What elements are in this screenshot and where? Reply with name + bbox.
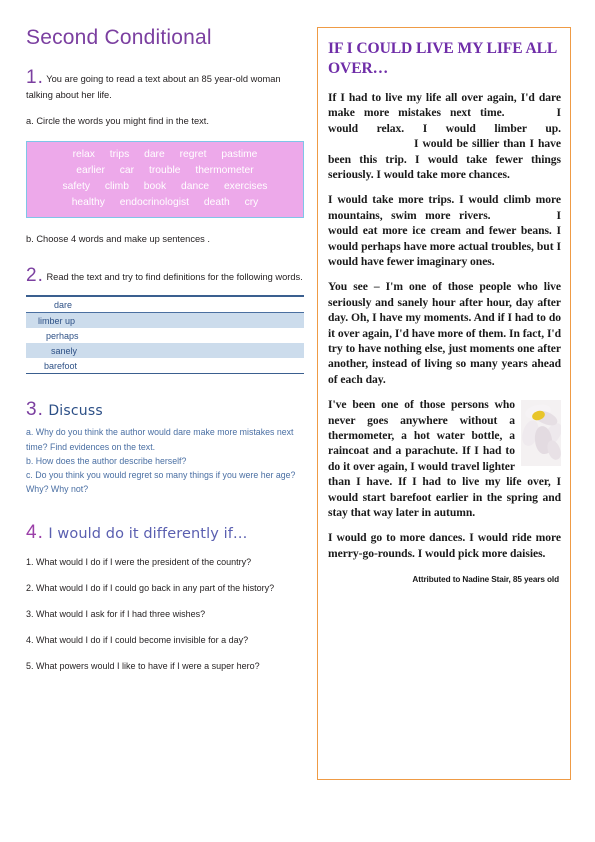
reading-paragraph: If I had to live my life all over again,… — [328, 90, 561, 182]
reading-paragraph: You see – I'm one of those people who li… — [328, 280, 561, 386]
task-1-number: 1. — [26, 67, 44, 89]
task-4-number: 4. — [26, 521, 44, 543]
word-bank-row: earlier car trouble thermometer — [34, 163, 296, 179]
task-4-question: 1. What would I do if I were the preside… — [26, 556, 252, 567]
discuss-question: a. Why do you think the author would dar… — [26, 427, 294, 452]
task-4-question: 3. What would I ask for if I had three w… — [26, 608, 206, 619]
reading-paragraph: I would take more trips. I would climb m… — [328, 192, 561, 269]
task-4-heading: 4. I would do it differently if… — [26, 523, 304, 542]
reading-paragraph: I would go to more dances. I would ride … — [328, 531, 561, 560]
table-cell-word: perhaps — [26, 328, 304, 343]
table-cell-word: dare — [26, 296, 304, 314]
reading-paragraph: I've been one of those persons who never… — [328, 397, 561, 520]
word-bank-word[interactable]: exercises — [224, 179, 268, 195]
task-2-instruction: 2. Read the text and try to find definit… — [26, 266, 304, 285]
word-bank-word[interactable]: regret — [180, 147, 207, 163]
task-2-instruction-text: Read the text and try to find definition… — [46, 272, 303, 283]
reading-text-panel: IF I COULD LIVE MY LIFE ALL OVER… If I h… — [317, 27, 571, 780]
task-1b-instruction: b. Choose 4 words and make up sentences … — [26, 234, 210, 245]
word-bank-row: safety climb book dance exercises — [34, 179, 296, 195]
page-title: Second Conditional — [26, 26, 212, 49]
word-bank-word[interactable]: trouble — [149, 163, 180, 179]
word-bank-word[interactable]: endocrinologist — [120, 195, 189, 211]
word-bank-row: healthy endocrinologist death cry — [34, 195, 296, 211]
task-3-heading: 3. Discuss — [26, 400, 304, 419]
word-bank-word[interactable]: thermometer — [195, 163, 253, 179]
definitions-table: dare limber up perhaps sanely barefoot — [26, 295, 304, 375]
table-cell-word: sanely — [26, 343, 304, 359]
word-bank-word[interactable]: trips — [110, 147, 129, 163]
reading-paragraph-segment: If I had to live my life all over again,… — [328, 90, 561, 120]
daisy-flower-image — [521, 400, 561, 467]
task-1-instruction-text: You are going to read a text about an 85… — [26, 74, 281, 101]
definition-word: limber up — [38, 315, 76, 326]
word-bank-word[interactable]: earlier — [76, 163, 105, 179]
word-bank-word[interactable]: pastime — [221, 147, 257, 163]
task-1a-instruction: a. Circle the words you might find in th… — [26, 115, 209, 126]
task-4-question: 5. What powers would I like to have if I… — [26, 661, 260, 672]
word-bank-word[interactable]: climb — [105, 179, 129, 195]
table-cell-word: limber up — [26, 312, 304, 329]
daisy-petal — [544, 438, 561, 462]
table-cell-word: barefoot — [26, 358, 304, 374]
discuss-question: b. How does the author describe herself? — [26, 455, 187, 466]
definition-word: perhaps — [46, 330, 79, 341]
word-bank-row: relax trips dare regret pastime — [34, 147, 296, 163]
worksheet-left-column: Second Conditional 1. You are going to r… — [26, 26, 304, 685]
attribution-text: Attributed to Nadine Stair, 85 years old — [412, 575, 559, 585]
definition-word: barefoot — [44, 360, 78, 371]
task-4-heading-text: I would do it differently if… — [48, 525, 248, 542]
table-row[interactable]: limber up — [26, 312, 304, 329]
word-bank-word[interactable]: car — [120, 163, 134, 179]
reading-title: IF I COULD LIVE MY LIFE ALL OVER… — [328, 40, 557, 77]
reading-paragraph-segment: I would take more trips. I would climb m… — [328, 193, 561, 222]
definition-word: dare — [54, 299, 73, 310]
task-3-number: 3. — [26, 399, 44, 421]
word-bank-word[interactable]: death — [204, 195, 230, 211]
word-bank-word[interactable]: book — [144, 179, 166, 195]
task-4-question: 4. What would I do if I could become inv… — [26, 634, 249, 645]
task-4-question: 2. What would I do if I could go back in… — [26, 582, 275, 593]
definition-word: sanely — [51, 345, 78, 356]
word-bank-word[interactable]: relax — [73, 147, 95, 163]
table-row[interactable]: perhaps — [26, 328, 304, 343]
discuss-question: c. Do you think you would regret so many… — [26, 470, 296, 495]
word-bank-word[interactable]: dare — [144, 147, 165, 163]
word-bank-box[interactable]: relax trips dare regret pastime earlier … — [26, 141, 304, 219]
task-3-heading-text: Discuss — [48, 403, 103, 420]
table-row[interactable]: barefoot — [26, 358, 304, 374]
word-bank-word[interactable]: dance — [181, 179, 209, 195]
word-bank-word[interactable]: safety — [63, 179, 90, 195]
task-2-number: 2. — [26, 265, 44, 287]
table-row[interactable]: sanely — [26, 343, 304, 359]
reading-paragraph-segment: I would be sillier than I have been this… — [328, 137, 561, 181]
table-row[interactable]: dare — [26, 296, 304, 314]
word-bank-word[interactable]: healthy — [72, 195, 105, 211]
task-1-instruction: 1. You are going to read a text about an… — [26, 68, 304, 104]
word-bank-word[interactable]: cry — [245, 195, 259, 211]
